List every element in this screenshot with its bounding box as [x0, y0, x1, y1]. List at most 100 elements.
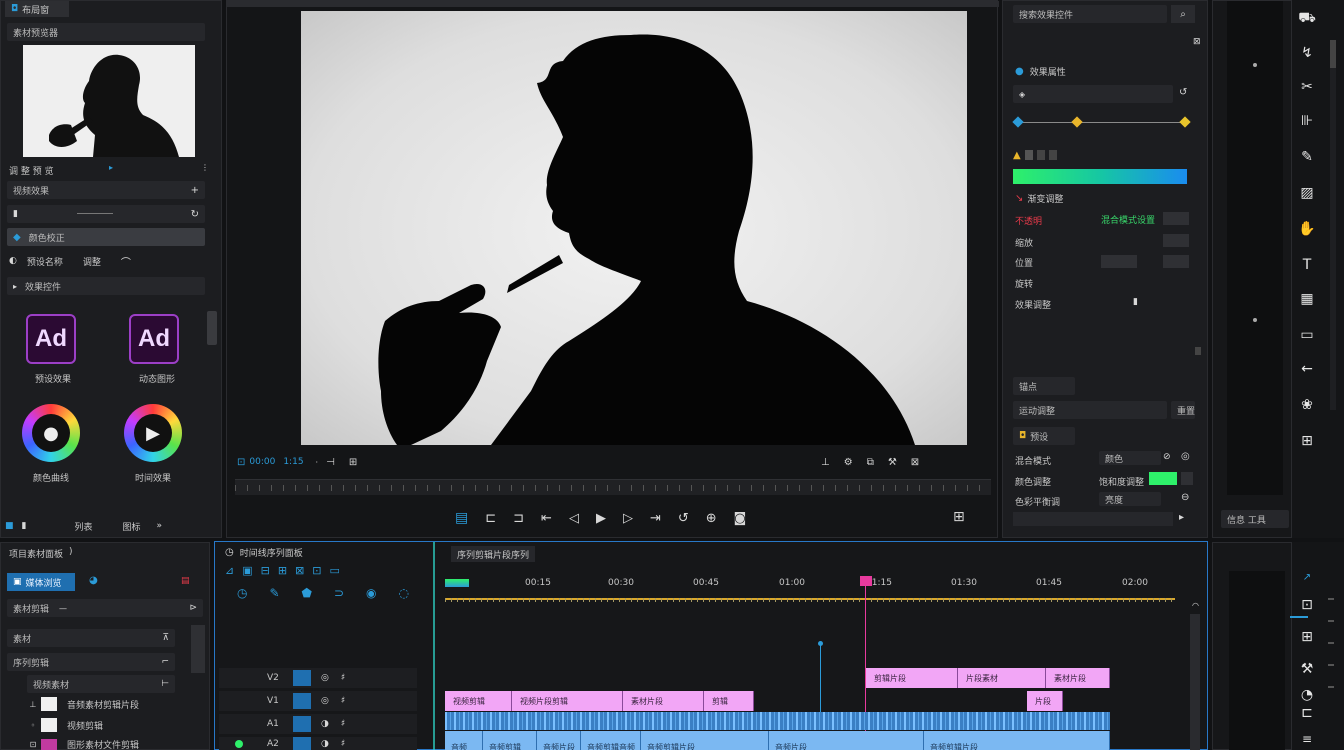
hand-icon[interactable]: ✋: [1298, 220, 1316, 238]
link-icon[interactable]: ◕: [89, 575, 98, 586]
record-dot[interactable]: [235, 740, 243, 748]
more-icon[interactable]: ≡: [1298, 730, 1316, 748]
mute-icon[interactable]: ♯: [341, 719, 345, 729]
mute-icon[interactable]: ♯: [341, 696, 345, 706]
tools-scroll-thumb[interactable]: [1330, 40, 1336, 68]
ripple-icon[interactable]: ✎: [269, 586, 279, 600]
v-scrollbar[interactable]: [1190, 614, 1200, 750]
shield-icon[interactable]: ⬟: [302, 586, 312, 600]
globe-icon[interactable]: ◉: [366, 586, 376, 600]
book-icon[interactable]: ⊞: [1298, 628, 1316, 646]
mute-icon[interactable]: ♯: [341, 739, 345, 749]
motion-input[interactable]: 运动调整: [1013, 401, 1167, 419]
list-icon[interactable]: ▤: [181, 576, 190, 586]
linked-icon[interactable]: ▣: [242, 564, 252, 577]
brush-icon[interactable]: ⚒: [1298, 660, 1316, 678]
expand-icon[interactable]: ⌐: [161, 657, 169, 667]
a1-clip[interactable]: 音频剪辑音频: [581, 731, 641, 750]
comment-icon[interactable]: ▭: [330, 564, 340, 577]
file-item[interactable]: ⊡ 图形素材文件剪辑: [25, 738, 139, 750]
effects-search[interactable]: 搜索效果控件: [1013, 5, 1167, 23]
preset-row[interactable]: ◐ 预设名称 调整 ⌒: [9, 254, 205, 269]
preview-thumbnail[interactable]: [23, 45, 195, 157]
back-arrow-icon[interactable]: ←: [1298, 360, 1316, 378]
a1-clip[interactable]: 音频: [445, 731, 483, 750]
slip-icon[interactable]: ⊪: [1298, 112, 1316, 130]
prop-button[interactable]: [1163, 255, 1189, 268]
menu-dots-icon[interactable]: ⋮: [201, 163, 209, 172]
playhead-handle[interactable]: [860, 576, 872, 586]
snap-icon[interactable]: ⊿: [225, 564, 234, 577]
effects-row[interactable]: 视频效果 +: [7, 181, 205, 199]
reset-icon[interactable]: ↺: [1179, 87, 1187, 98]
send-icon[interactable]: ▸: [1179, 512, 1184, 523]
crop-icon[interactable]: ⊡: [1298, 596, 1316, 614]
reset-button[interactable]: 重置: [1171, 401, 1195, 419]
a1-clip[interactable]: 音频剪辑: [483, 731, 537, 750]
slider-row[interactable]: ▮ ↻: [7, 205, 205, 223]
search-icon[interactable]: ◌: [399, 586, 409, 600]
chevron-icon[interactable]: ⊢: [161, 679, 169, 689]
select-arrow-icon[interactable]: ↯: [1298, 44, 1316, 62]
file-item[interactable]: ⊥ 音频素材剪辑片段: [25, 697, 139, 711]
video-frame[interactable]: [301, 11, 967, 445]
fit-icon[interactable]: ⊡: [237, 457, 245, 468]
ad-motion-icon[interactable]: Ad: [129, 314, 179, 364]
scrollbar[interactable]: [207, 311, 217, 345]
track-toggle[interactable]: [293, 670, 311, 686]
a1-clip[interactable]: 音频剪辑片段: [924, 731, 1110, 750]
chip[interactable]: [1024, 150, 1033, 160]
solo-icon[interactable]: ◑: [321, 719, 329, 729]
zoom-icon[interactable]: »: [157, 521, 163, 531]
ad-preset-icon[interactable]: Ad: [26, 314, 76, 364]
swatch-toggle[interactable]: [1181, 472, 1193, 485]
slider-track[interactable]: [77, 213, 113, 214]
video-row[interactable]: 视频素材 ⊢: [27, 675, 175, 693]
transform-icon[interactable]: ⊏: [1298, 704, 1316, 722]
reset-circle-icon[interactable]: ⊖: [1181, 492, 1189, 503]
sequence-row[interactable]: 序列剪辑 ⌐: [7, 653, 175, 671]
layout-icon[interactable]: ⊠: [911, 457, 919, 468]
keyframe-diamond[interactable]: [1071, 116, 1083, 128]
a1-clip[interactable]: 音频片段: [537, 731, 581, 750]
settings-icon[interactable]: ⊞: [278, 564, 287, 577]
play-marker-icon[interactable]: ▸: [109, 163, 113, 172]
prop-select[interactable]: 颜色: [1099, 451, 1161, 465]
v1-clip[interactable]: 视频片段剪辑: [512, 691, 623, 711]
ruler-end-icon[interactable]: ◠: [1192, 601, 1199, 610]
circle-icon[interactable]: ◎: [1181, 451, 1190, 462]
history-icon[interactable]: ◷: [237, 586, 247, 600]
v2-clip[interactable]: 素材片段: [1046, 668, 1110, 688]
safe-margins-icon[interactable]: ⊕: [706, 511, 717, 526]
slider-handle-icon[interactable]: ▮: [1133, 297, 1138, 307]
bubble-icon[interactable]: ◔: [1298, 686, 1316, 704]
grid-icon[interactable]: ▦: [1298, 290, 1316, 308]
caption-icon[interactable]: ⊠: [295, 564, 304, 577]
window-icon[interactable]: ▭: [1298, 326, 1316, 344]
keyframe-diamond[interactable]: [1179, 116, 1191, 128]
folder-menu-icon[interactable]: ⊼: [162, 633, 169, 643]
filter-row[interactable]: 素材剪辑 — ⊳: [7, 599, 203, 617]
go-to-in-icon[interactable]: ⇤: [541, 511, 552, 526]
plus-icon[interactable]: +: [191, 185, 199, 196]
sequence-tab[interactable]: 序列剪辑片段序列: [451, 546, 536, 562]
left-tab[interactable]: ◘ 布局窗: [5, 1, 69, 17]
compare-icon[interactable]: ⧉: [867, 457, 874, 468]
button-editor-icon[interactable]: ⊞: [953, 509, 965, 525]
footer-icon[interactable]: ■: [5, 521, 14, 531]
tools-scrollbar[interactable]: [1330, 40, 1336, 410]
header-divider[interactable]: [433, 542, 435, 750]
effect-controls-row[interactable]: ▸ 效果控件: [7, 277, 205, 295]
track-toggle[interactable]: [293, 716, 311, 732]
ruler-start-marker[interactable]: [445, 579, 469, 587]
go-to-out-icon[interactable]: ⇥: [650, 511, 661, 526]
camera-icon[interactable]: ◙: [734, 511, 747, 526]
a1-clip[interactable]: 音频片段: [769, 731, 924, 750]
sync-icon[interactable]: ⊃: [334, 586, 344, 600]
anchor-row[interactable]: 锚点: [1013, 377, 1075, 395]
preset-row[interactable]: ◘ 预设: [1013, 427, 1075, 445]
mark-in-icon[interactable]: ⊏: [485, 511, 496, 526]
list-view-button[interactable]: 列表: [74, 520, 92, 533]
color-wheel-play-icon[interactable]: ▶: [124, 404, 182, 462]
trim-icon[interactable]: ⊥: [821, 457, 830, 468]
